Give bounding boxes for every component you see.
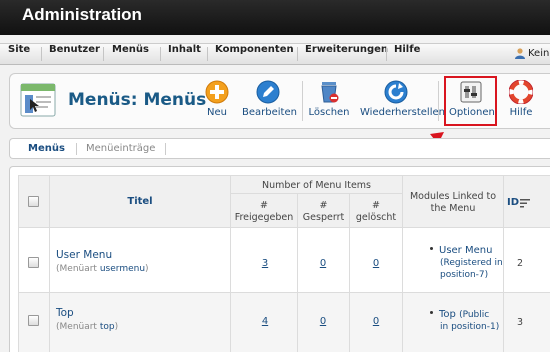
users-icon	[515, 48, 525, 59]
menu-manager-icon	[20, 83, 56, 117]
row-checkbox[interactable]	[28, 257, 39, 268]
linked-module: User Menu (Registered in position-7)	[430, 245, 503, 281]
lifebuoy-icon	[509, 80, 533, 104]
delete-button-label: Löschen	[308, 107, 350, 118]
edit-button-label: Bearbeiten	[242, 107, 297, 118]
new-button[interactable]: Neu	[202, 80, 232, 118]
trashed-count-link[interactable]: 0	[361, 258, 391, 269]
column-header-number-group: Number of Menu Items	[261, 180, 372, 191]
sub-navigation: Menüs Menüeinträge	[9, 138, 550, 159]
menu-site[interactable]: Site	[8, 44, 30, 64]
menus-table: Titel Number of Menu Items # Freigegeben…	[9, 166, 550, 352]
menu-type-suffix: )	[145, 264, 149, 274]
sort-icon[interactable]	[520, 199, 530, 208]
trash-icon	[321, 82, 339, 103]
menu-inhalt[interactable]: Inhalt	[168, 44, 201, 64]
unpublished-count-link[interactable]: 0	[308, 316, 338, 327]
menu-id: 3	[517, 317, 524, 328]
admin-title: Administration	[22, 5, 142, 24]
user-status-label: Keine	[528, 48, 550, 59]
menu-menus[interactable]: Menüs	[112, 44, 149, 64]
menu-erweiterungen[interactable]: Erweiterungen	[305, 44, 388, 64]
page-title: Menüs: Menüs	[68, 90, 207, 110]
unpublished-count-link[interactable]: 0	[308, 258, 338, 269]
restore-button-label: Wiederherstellen	[360, 107, 445, 118]
linked-module-link[interactable]: User Menu	[439, 245, 492, 256]
bullet	[430, 247, 433, 250]
column-header-modules-line1: Modules Linked to	[409, 191, 497, 202]
menu-hilfe[interactable]: Hilfe	[394, 44, 420, 64]
delete-button[interactable]: Löschen	[308, 80, 350, 118]
refresh-icon	[384, 80, 408, 104]
linked-module: Top (Public in position-1)	[430, 309, 499, 333]
linked-module-note-1: (Public	[459, 310, 490, 320]
tab-menus[interactable]: Menüs	[28, 143, 65, 154]
toolbar-separator	[302, 81, 303, 121]
menu-type-value: top	[99, 322, 115, 332]
help-button[interactable]: Hilfe	[506, 80, 536, 118]
options-highlight-box	[444, 76, 497, 126]
published-count-link[interactable]: 3	[250, 258, 280, 269]
row-checkbox[interactable]	[28, 315, 39, 326]
edit-button[interactable]: Bearbeiten	[242, 80, 297, 118]
menu-separator	[207, 47, 208, 61]
select-all-checkbox[interactable]	[28, 196, 39, 207]
tab-menu-items[interactable]: Menüeinträge	[86, 143, 155, 154]
menu-separator	[41, 47, 42, 61]
menu-title-link[interactable]: Top	[56, 307, 74, 319]
menu-title-link[interactable]: User Menu	[56, 249, 112, 261]
column-header-unpublished[interactable]: Gesperrt	[298, 212, 349, 224]
menu-type-suffix: )	[114, 322, 119, 332]
menu-id: 2	[517, 258, 524, 269]
linked-module-note-1: (Registered in	[440, 258, 503, 268]
menu-type: (Menüart top)	[56, 322, 118, 332]
admin-header: Administration	[0, 0, 550, 35]
column-header-trashed-hash: #	[372, 200, 380, 211]
column-header-published[interactable]: Freigegeben	[231, 212, 297, 224]
pencil-icon	[256, 80, 280, 104]
column-header-modules-line2: the Menu	[430, 203, 476, 214]
plus-icon	[205, 80, 229, 104]
help-button-label: Hilfe	[509, 107, 533, 118]
menu-type-value: usermenu	[99, 264, 146, 274]
menu-benutzer[interactable]: Benutzer	[49, 44, 100, 64]
column-header-trashed[interactable]: gelöscht	[350, 212, 402, 224]
user-status[interactable]: Keine	[514, 44, 550, 64]
column-header-published-hash: #	[260, 200, 268, 211]
linked-module-note-2: position-7)	[440, 270, 489, 280]
linked-module-note-2: in position-1)	[440, 322, 500, 332]
menu-type: (Menüart usermenu)	[56, 264, 149, 274]
menu-separator	[297, 47, 298, 61]
column-header-id[interactable]: ID	[507, 197, 519, 208]
menu-type-prefix: (Menüart	[56, 322, 97, 332]
menu-komponenten[interactable]: Komponenten	[215, 44, 294, 64]
menu-separator	[386, 47, 387, 61]
trashed-count-link[interactable]: 0	[361, 316, 391, 327]
linked-module-link[interactable]: Top	[439, 309, 456, 320]
menu-separator	[103, 47, 104, 61]
published-count-link[interactable]: 4	[250, 316, 280, 327]
tab-separator	[165, 143, 166, 155]
toolbar-separator	[438, 81, 439, 121]
menu-type-prefix: (Menüart	[56, 264, 97, 274]
main-menu-bar: Site Benutzer Menüs Inhalt Komponenten E…	[0, 43, 550, 65]
new-button-label: Neu	[207, 107, 227, 118]
restore-button[interactable]: Wiederherstellen	[360, 80, 445, 118]
tab-separator	[76, 143, 77, 155]
column-header-title[interactable]: Titel	[50, 196, 230, 207]
column-header-unpublished-hash: #	[319, 200, 328, 211]
bullet	[430, 311, 433, 314]
toolbar: Menüs: Menüs Neu Bearbeiten Löschen Wied…	[9, 73, 550, 129]
menu-separator	[160, 47, 161, 61]
